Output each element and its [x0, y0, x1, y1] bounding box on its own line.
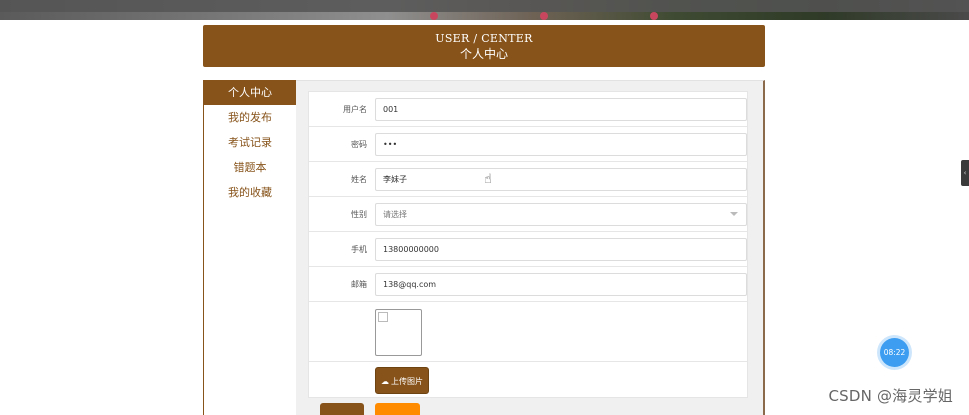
avatar-image-placeholder [375, 309, 422, 356]
gender-label: 性别 [351, 210, 367, 219]
gender-select[interactable]: 请选择 [375, 203, 747, 226]
sidebar-item-favorites[interactable]: 我的收藏 [204, 180, 296, 205]
sidebar-item-profile[interactable]: 个人中心 [204, 80, 296, 105]
logout-button[interactable] [375, 403, 420, 415]
avatar-row [309, 302, 747, 362]
sidebar-item-exam-records[interactable]: 考试记录 [204, 130, 296, 155]
top-banner-strip [0, 0, 969, 20]
sidebar-item-wrong-questions[interactable]: 错题本 [204, 155, 296, 180]
chevron-down-icon [730, 212, 738, 216]
sidebar-item-my-posts[interactable]: 我的发布 [204, 105, 296, 130]
name-field[interactable]: 李妹子 [375, 168, 747, 191]
save-button[interactable] [320, 403, 364, 415]
form-row-email: 邮箱 138@qq.com [309, 267, 747, 302]
edge-toggle-tab[interactable]: ‹ [961, 160, 969, 186]
upload-button-label: 上传图片 [391, 377, 423, 386]
form-row-password: 密码 ••• [309, 127, 747, 162]
phone-field[interactable]: 13800000000 [375, 238, 747, 261]
password-field[interactable]: ••• [375, 133, 747, 156]
form-row-phone: 手机 13800000000 [309, 232, 747, 267]
email-label: 邮箱 [351, 280, 367, 289]
chevron-left-icon: ‹ [963, 169, 967, 177]
page-header-bar: USER / CENTER 个人中心 [203, 25, 765, 67]
email-field[interactable]: 138@qq.com [375, 273, 747, 296]
upload-image-button[interactable]: ☁ 上传图片 [375, 367, 429, 394]
form-row-gender: 性别 请选择 [309, 197, 747, 232]
form-row-name: 姓名 李妹子 [309, 162, 747, 197]
gender-select-value: 请选择 [383, 210, 407, 219]
hand-pointer-icon: ☝ [484, 172, 492, 187]
upload-row: ☁ 上传图片 [309, 362, 747, 397]
cloud-upload-icon: ☁ [381, 377, 389, 386]
banner-flower-decoration [540, 12, 548, 20]
header-title-en: USER / CENTER [435, 32, 533, 45]
clock-badge[interactable]: 08:22 [880, 338, 909, 367]
sidebar-menu: 个人中心 我的发布 考试记录 错题本 我的收藏 [203, 80, 296, 415]
banner-flower-decoration [430, 12, 438, 20]
phone-label: 手机 [351, 245, 367, 254]
form-row-username: 用户名 001 [309, 92, 747, 127]
banner-flower-decoration [650, 12, 658, 20]
password-label: 密码 [351, 140, 367, 149]
profile-form: 用户名 001 密码 ••• 姓名 李妹子 性别 请选择 手机 13800000… [308, 91, 748, 398]
profile-form-panel: 用户名 001 密码 ••• 姓名 李妹子 性别 请选择 手机 13800000… [296, 80, 765, 415]
username-field[interactable]: 001 [375, 98, 747, 121]
header-title-cn: 个人中心 [459, 47, 508, 61]
username-label: 用户名 [343, 105, 367, 114]
csdn-watermark: CSDN @海灵学姐 [828, 387, 953, 405]
name-label: 姓名 [351, 175, 367, 184]
